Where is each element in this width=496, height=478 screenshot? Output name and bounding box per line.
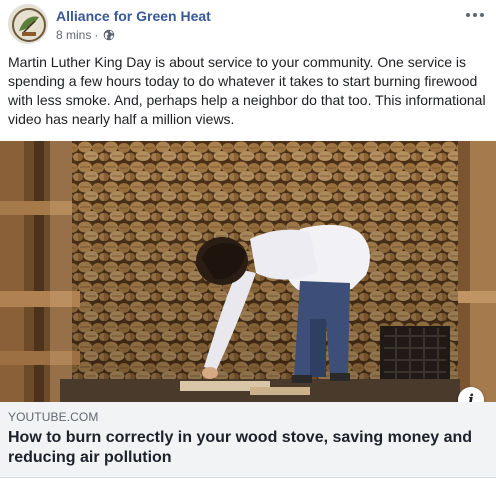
post-meta: 8 mins · [56, 28, 115, 42]
more-dot [480, 13, 484, 17]
post-message: Martin Luther King Day is about service … [8, 54, 486, 127]
avatar-logo-icon [9, 5, 47, 43]
meta-separator: · [94, 28, 99, 42]
link-title[interactable]: How to burn correctly in your wood stove… [8, 428, 484, 468]
video-thumbnail[interactable]: i [0, 141, 496, 402]
link-preview[interactable]: YOUTUBE.COM How to burn correctly in you… [0, 402, 496, 478]
post-timestamp[interactable]: 8 mins [56, 28, 91, 42]
globe-icon[interactable] [103, 29, 115, 41]
more-dot [466, 13, 470, 17]
more-options-icon[interactable] [464, 6, 486, 24]
post-header: Alliance for Green Heat 8 mins · [8, 4, 488, 48]
facebook-post: Alliance for Green Heat 8 mins · Martin … [0, 0, 496, 478]
link-domain: YOUTUBE.COM [8, 410, 99, 424]
woodpile-image [0, 141, 496, 402]
page-avatar[interactable] [8, 4, 48, 44]
more-dot [473, 13, 477, 17]
page-name-link[interactable]: Alliance for Green Heat [56, 8, 211, 24]
